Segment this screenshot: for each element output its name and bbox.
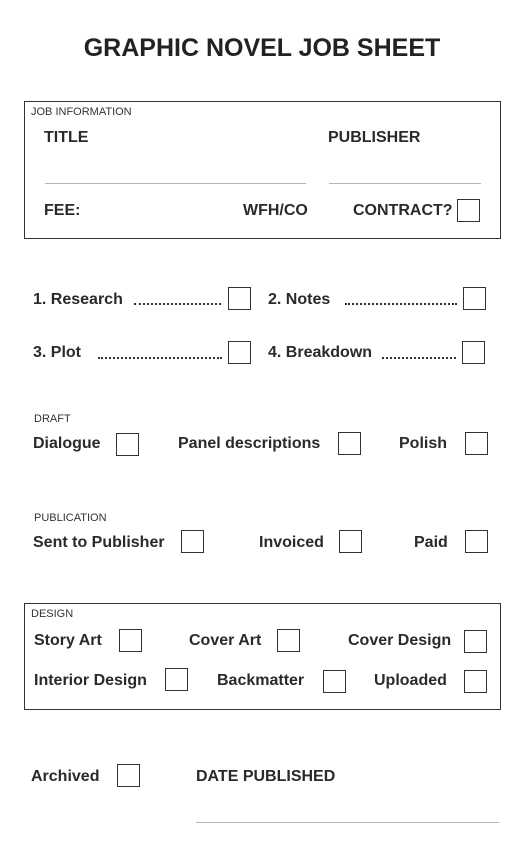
- step-notes-leader: [345, 303, 457, 305]
- design-interior-design-label: Interior Design: [34, 672, 147, 689]
- draft-polish-label: Polish: [399, 435, 448, 452]
- archived-checkbox[interactable]: [117, 764, 140, 787]
- archived-label: Archived: [31, 768, 100, 785]
- date-published-input[interactable]: [196, 822, 499, 823]
- step-notes-checkbox[interactable]: [463, 287, 486, 310]
- step-plot-checkbox[interactable]: [228, 341, 251, 364]
- publication-sent-checkbox[interactable]: [181, 530, 204, 553]
- step-breakdown-label: 4. Breakdown: [268, 344, 373, 361]
- publication-paid-label: Paid: [414, 534, 448, 551]
- step-research-leader: [134, 303, 221, 305]
- step-plot-leader: [98, 357, 222, 359]
- step-breakdown-leader: [382, 357, 456, 359]
- section-label-publication: PUBLICATION: [34, 512, 107, 524]
- contract-checkbox[interactable]: [457, 199, 480, 222]
- section-label-design: DESIGN: [31, 608, 74, 620]
- design-cover-art-checkbox[interactable]: [277, 629, 300, 652]
- publication-paid-checkbox[interactable]: [465, 530, 488, 553]
- draft-dialogue-checkbox[interactable]: [116, 433, 139, 456]
- design-backmatter-label: Backmatter: [217, 672, 305, 689]
- design-cover-art-label: Cover Art: [189, 632, 262, 649]
- fee-label: FEE:: [44, 202, 81, 219]
- step-plot-label: 3. Plot: [33, 344, 82, 361]
- draft-panel-descriptions-label: Panel descriptions: [178, 435, 321, 452]
- design-uploaded-label: Uploaded: [374, 672, 447, 689]
- design-story-art-label: Story Art: [34, 632, 102, 649]
- contract-label: CONTRACT?: [353, 202, 453, 219]
- design-cover-design-label: Cover Design: [348, 632, 452, 649]
- wfh-co-label: WFH/CO: [243, 202, 308, 219]
- design-story-art-checkbox[interactable]: [119, 629, 142, 652]
- title-label: TITLE: [44, 129, 89, 146]
- publication-invoiced-label: Invoiced: [259, 534, 324, 551]
- page-title: GRAPHIC NOVEL JOB SHEET: [83, 34, 441, 62]
- design-backmatter-checkbox[interactable]: [323, 670, 346, 693]
- section-label-draft: DRAFT: [34, 413, 71, 425]
- design-interior-design-checkbox[interactable]: [165, 668, 188, 691]
- draft-dialogue-label: Dialogue: [33, 435, 101, 452]
- draft-panel-descriptions-checkbox[interactable]: [338, 432, 361, 455]
- job-information-section: JOB INFORMATION TITLE PUBLISHER FEE: WFH…: [24, 101, 501, 239]
- design-uploaded-checkbox[interactable]: [464, 670, 487, 693]
- design-cover-design-checkbox[interactable]: [464, 630, 487, 653]
- publication-sent-label: Sent to Publisher: [33, 534, 165, 551]
- title-input[interactable]: [45, 183, 306, 184]
- publisher-label: PUBLISHER: [328, 129, 421, 146]
- step-breakdown-checkbox[interactable]: [462, 341, 485, 364]
- step-research-checkbox[interactable]: [228, 287, 251, 310]
- section-label-job-information: JOB INFORMATION: [31, 106, 132, 118]
- publication-invoiced-checkbox[interactable]: [339, 530, 362, 553]
- publisher-input[interactable]: [329, 183, 481, 184]
- date-published-label: DATE PUBLISHED: [196, 768, 336, 785]
- draft-polish-checkbox[interactable]: [465, 432, 488, 455]
- step-research-label: 1. Research: [33, 291, 123, 308]
- design-section: DESIGN Story Art Cover Art Cover Design …: [24, 603, 501, 710]
- step-notes-label: 2. Notes: [268, 291, 331, 308]
